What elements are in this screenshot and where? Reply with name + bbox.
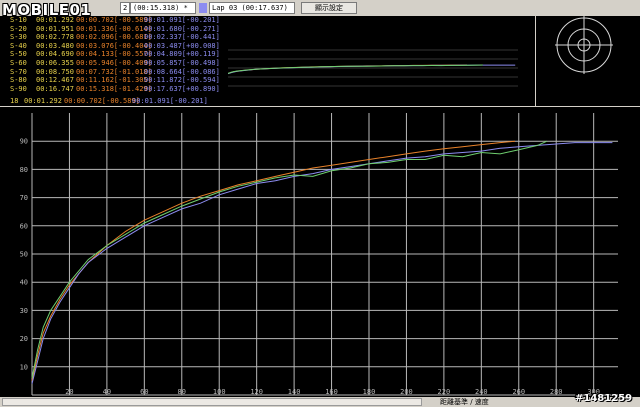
split-time: 00:02.778 [36, 33, 74, 42]
split-label: S-20 [10, 24, 27, 33]
g-meter-dial [555, 16, 613, 74]
split-label: S-40 [10, 41, 27, 50]
split-label: S-30 [10, 33, 27, 42]
split-lap-a: 00:02.096[-00.681] [76, 33, 152, 42]
lap-a-select[interactable]: (00:15.318) * [130, 2, 196, 14]
y-tick-label: 70 [20, 194, 28, 202]
split-lap-b: 00:08.664[-00.086] [144, 67, 220, 76]
display-settings-button[interactable]: 顯示設定 [301, 2, 357, 14]
series-line-3 [31, 140, 548, 379]
split-lap-a: 00:03.076[-00.404] [76, 41, 152, 50]
split-times-panel: S-10 00:01.292 00:00.702[-00.589]00:01.091… [0, 16, 535, 106]
split-time: 00:06.355 [36, 58, 74, 67]
watermark-id: #1481259 [575, 393, 633, 404]
split-lap-b: 00:01.091[-00.201] [144, 16, 220, 24]
y-tick-label: 10 [20, 363, 28, 371]
y-tick-label: 90 [20, 138, 28, 146]
logo: MOBILE01 [2, 1, 92, 19]
split-label: S-50 [10, 50, 27, 59]
footer-label: 18 [10, 97, 19, 105]
footer-time: 00:01.292 [24, 97, 62, 105]
split-lap-b: 00:04.809[+00.119] [144, 50, 220, 59]
split-lap-a: 00:05.946[-00.409] [76, 58, 152, 67]
mini-lap-chart [228, 46, 518, 90]
y-tick-label: 30 [20, 307, 28, 315]
y-tick-label: 20 [20, 335, 28, 343]
split-label: S-90 [10, 84, 27, 93]
split-row: S-30 00:02.778 00:02.096[-00.681]00:02.337… [10, 33, 530, 42]
y-tick-label: 80 [20, 166, 28, 174]
series-line-1 [31, 140, 516, 382]
y-tick-label: 50 [20, 251, 28, 259]
split-lap-a: 00:11.162[-01.305] [76, 76, 152, 85]
split-footer-row: 18 00:01.292 00:00.702[-00.589]00:01.091[-… [10, 97, 208, 106]
split-lap-b: 00:03.487[+00.008] [144, 41, 220, 50]
series-line-2 [31, 142, 613, 384]
horizontal-scrollbar[interactable] [2, 398, 422, 406]
toolbar: 2 (00:15.318) * Lap 03 (00:17.637) 顯示設定 [0, 0, 640, 16]
y-tick-label: 60 [20, 222, 28, 230]
split-lap-a: 00:04.133[-00.557] [76, 50, 152, 59]
lap-analysis-window: { "toolbar": { "lap_a_label": "(00:15.31… [0, 0, 640, 407]
x-axis-caption: 距離基準 / 速度 [440, 398, 489, 406]
g-force-meter [536, 16, 640, 106]
split-time: 00:16.747 [36, 84, 74, 93]
lap-b-select[interactable]: Lap 03 (00:17.637) [209, 2, 295, 14]
split-time: 00:03.480 [36, 41, 74, 50]
split-time: 00:01.951 [36, 24, 74, 33]
speed-distance-chart: 10 20 30 40 50 60 70 80 90 20 40 60 80 100 120 140 160 18… [0, 107, 640, 397]
split-label: S-70 [10, 67, 27, 76]
footer-lap-b: 00:01.091[-00.201] [132, 97, 208, 105]
split-lap-b: 00:01.680[-00.271] [144, 24, 220, 33]
split-lap-a: 00:15.318[-01.429] [76, 84, 152, 93]
split-row: S-20 00:01.951 00:01.336[-00.614]00:01.680… [10, 25, 530, 34]
split-time: 00:04.690 [36, 50, 74, 59]
lap-b-color-swatch [199, 3, 207, 13]
split-label: S-80 [10, 76, 27, 85]
split-lap-a: 00:01.336[-00.614] [76, 24, 152, 33]
lap-a-prefix[interactable]: 2 [120, 2, 130, 14]
split-lap-b: 00:11.872[-00.594] [144, 76, 220, 85]
y-tick-label: 40 [20, 279, 28, 287]
split-time: 00:08.750 [36, 67, 74, 76]
split-lap-a: 00:07.732[-01.018] [76, 67, 152, 76]
footer-lap-a: 00:00.702[-00.589] [64, 97, 140, 105]
chart-svg: 10203040506070809020 40 60 80 100 120 140 160 18… [20, 113, 618, 396]
split-time: 00:12.467 [36, 76, 74, 85]
split-lap-b: 00:05.857[-00.498] [144, 58, 220, 67]
split-lap-b: 00:02.337[-00.441] [144, 33, 220, 42]
status-bar: 距離基準 / 速度 [0, 397, 640, 407]
split-label: S-60 [10, 58, 27, 67]
split-lap-b: 00:17.637[+00.890] [144, 84, 220, 93]
